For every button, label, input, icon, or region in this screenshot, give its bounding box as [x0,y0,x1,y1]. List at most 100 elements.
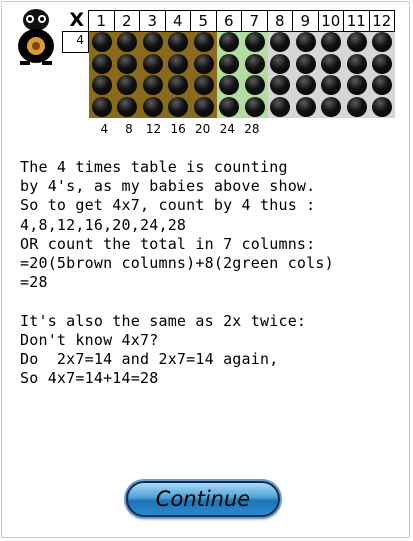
grid-cell [369,74,395,96]
counter-dot-icon [168,53,189,74]
grid-cell [344,53,370,75]
explanation-text: The 4 times table is counting by 4's, as … [20,158,405,388]
counter-dot-icon [295,53,316,74]
counter-dot-icon [295,75,316,96]
multiple-label: 16 [170,122,186,136]
counter-dot-icon [270,53,291,74]
grid-cell [165,53,191,75]
grid-cell [293,53,319,75]
grid-cell [114,74,140,96]
grid-cell [267,96,293,118]
text-line: OR count the total in 7 columns: [20,234,316,253]
grid-cell [89,53,115,75]
grid-cell [140,31,166,53]
column-header: 10 [318,10,344,32]
grid-cell [318,31,344,53]
counter-dot-icon [219,96,240,117]
counter-dot-icon [117,75,138,96]
grid-cell [191,31,217,53]
counter-dot-icon [372,32,393,53]
grid-cell [165,96,191,118]
grid-cell [318,53,344,75]
column-header: 2 [114,10,140,32]
counter-dot-icon [193,75,214,96]
continue-button[interactable]: Continue [126,481,280,517]
multiples-row: 4 8 12 16 20 24 28 [92,122,264,136]
counter-dot-icon [372,75,393,96]
counter-dot-icon [321,32,342,53]
grid-row [62,74,395,96]
grid-cell [369,96,395,118]
counter-dot-icon [321,96,342,117]
counter-dot-icon [117,53,138,74]
counter-dot-icon [193,32,214,53]
column-header: 6 [216,10,242,32]
counter-dot-icon [346,75,367,96]
grid-cell [293,31,319,53]
grid-cell [114,53,140,75]
grid-cell [216,31,242,53]
row-header: 4 [62,31,89,53]
times-table-grid: X 1 2 3 4 5 6 7 8 9 10 11 12 4 [62,9,395,118]
grid-cell [267,53,293,75]
column-header: 5 [191,10,217,32]
grid-cell [216,74,242,96]
grid-cell [344,31,370,53]
counter-dot-icon [91,53,112,74]
column-header: 1 [89,10,115,32]
text-line: The 4 times table is counting [20,158,288,176]
counter-dot-icon [219,75,240,96]
grid-cell [242,96,268,118]
row-spacer [62,53,89,75]
grid-cell [140,74,166,96]
multiply-sign: X [62,9,89,32]
counter-dot-icon [244,32,265,53]
counter-dot-icon [321,75,342,96]
text-line: It's also the same as 2x twice: [20,311,307,330]
grid-cell [318,96,344,118]
text-line: Don't know 4x7? [20,330,159,349]
counter-dot-icon [117,32,138,53]
grid-cell [216,96,242,118]
column-header: 7 [242,10,268,32]
counter-dot-icon [91,96,112,117]
grid-cell [165,74,191,96]
counter-dot-icon [142,53,163,74]
column-header: 8 [267,10,293,32]
text-line: 4,8,12,16,20,24,28 [20,215,187,234]
grid-cell [216,53,242,75]
counter-dot-icon [346,96,367,117]
multiple-label: 8 [125,122,133,136]
column-header: 4 [165,10,191,32]
counter-dot-icon [270,75,291,96]
grid-row [62,96,395,118]
counter-dot-icon [117,96,138,117]
counter-dot-icon [270,32,291,53]
grid-row: 4 [62,31,395,53]
grid-cell [242,74,268,96]
grid-cell [140,53,166,75]
counter-dot-icon [142,96,163,117]
counter-dot-icon [91,75,112,96]
grid-cell [293,74,319,96]
grid-cell [191,53,217,75]
counter-dot-icon [168,32,189,53]
mascot-icon [18,9,54,65]
counter-dot-icon [168,75,189,96]
text-line: =28 [20,273,48,292]
grid-cell [140,96,166,118]
grid-cell [89,31,115,53]
counter-dot-icon [142,32,163,53]
counter-dot-icon [346,32,367,53]
grid-cell [318,74,344,96]
grid-cell [242,31,268,53]
column-header: 11 [344,10,370,32]
counter-dot-icon [219,53,240,74]
grid-cell [267,74,293,96]
counter-dot-icon [91,32,112,53]
column-header: 12 [369,10,395,32]
multiple-label: 4 [100,122,109,136]
multiple-label: 24 [219,122,235,136]
grid-cell [242,53,268,75]
counter-dot-icon [244,96,265,117]
